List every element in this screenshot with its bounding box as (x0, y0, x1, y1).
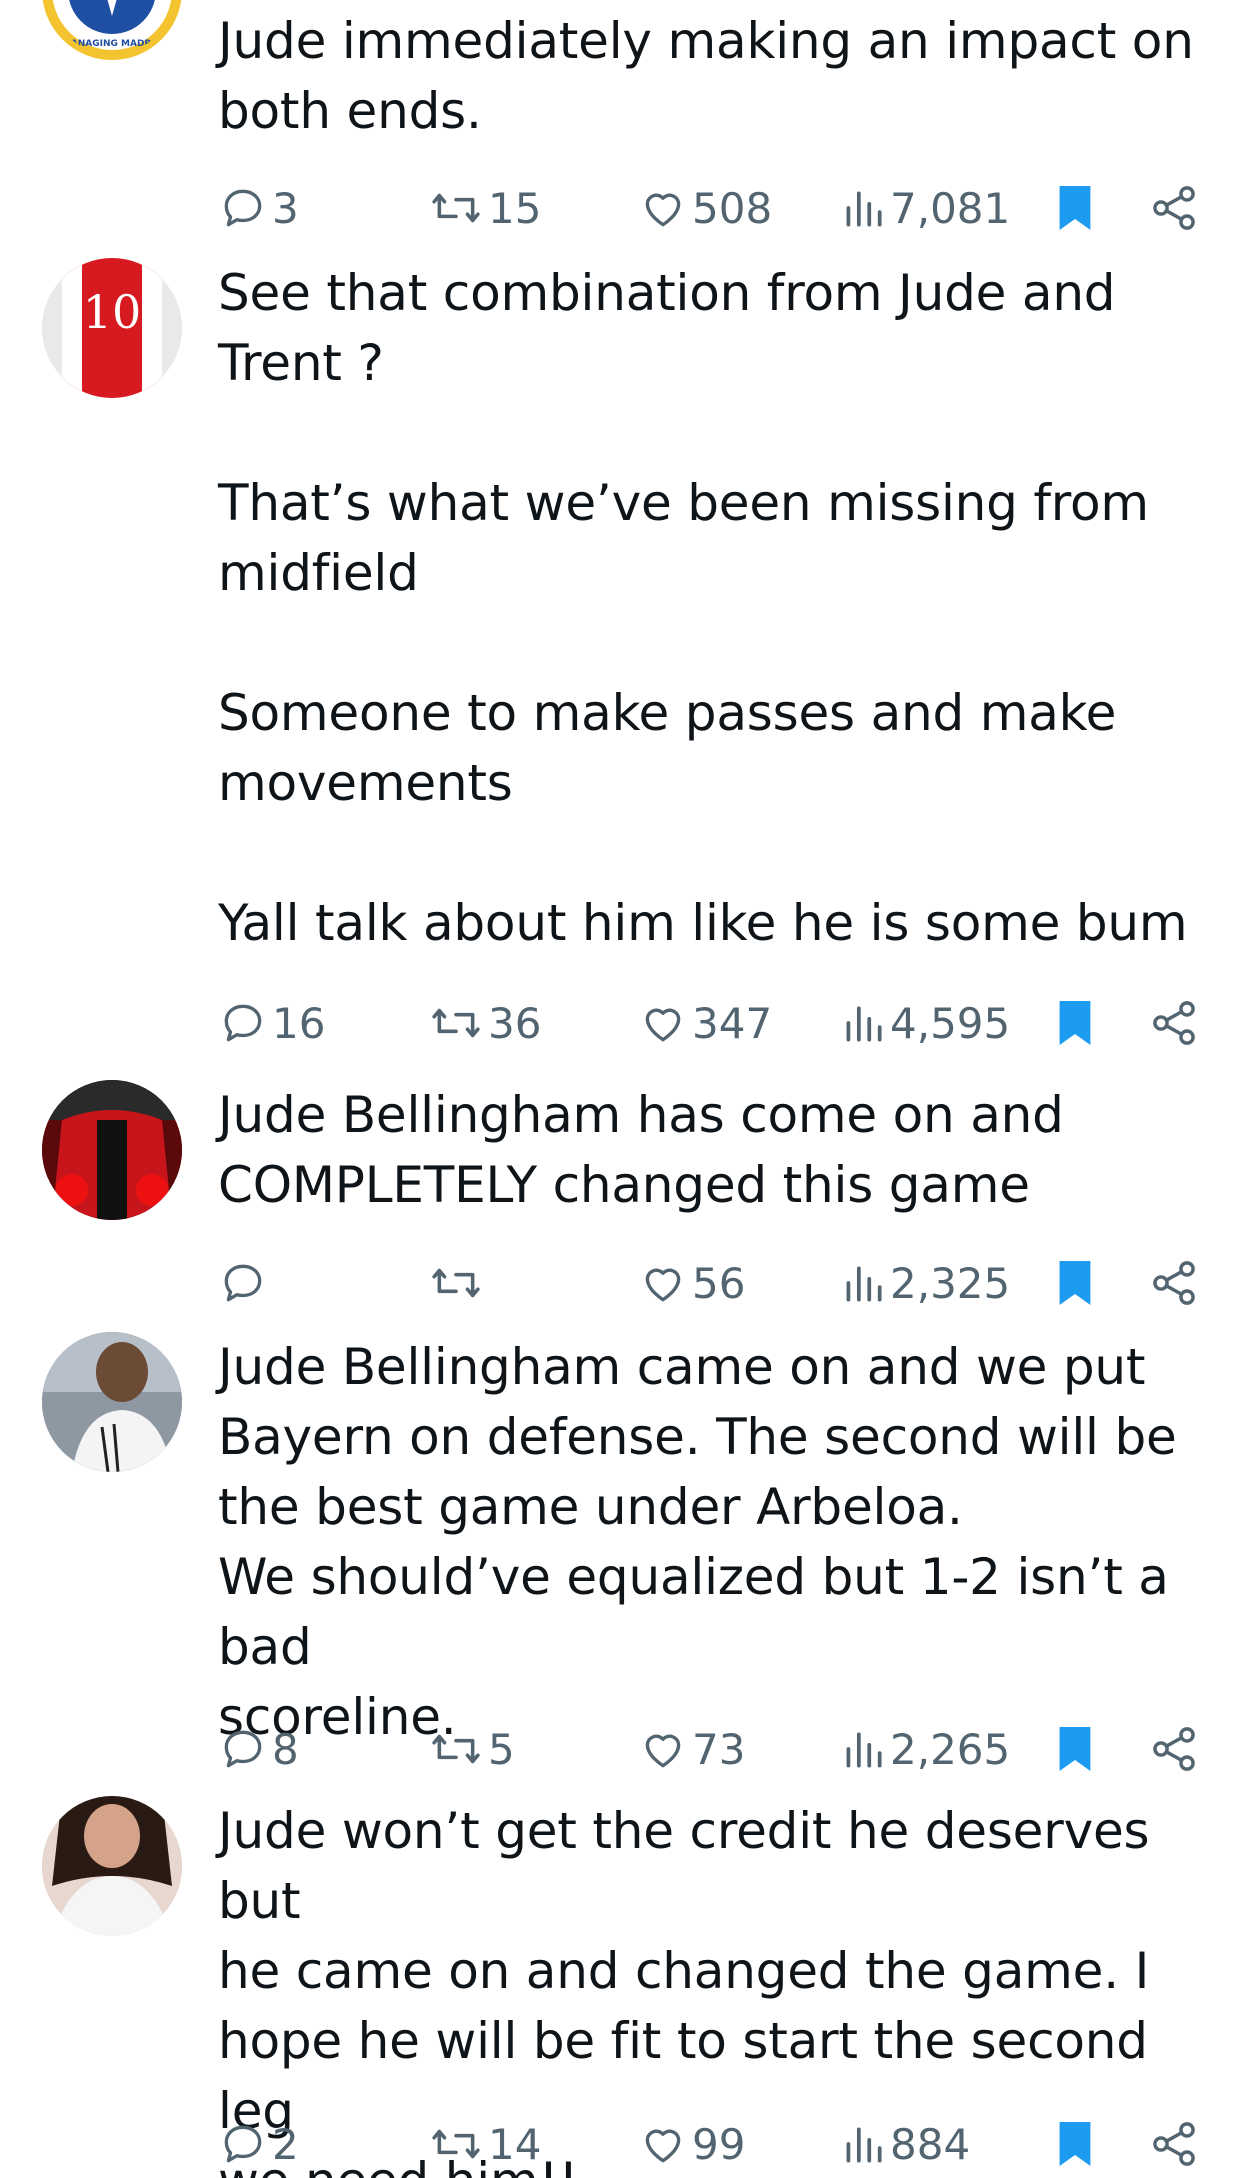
bookmark-icon (1059, 1001, 1091, 1045)
views-button[interactable]: 4,595 (840, 993, 1010, 1053)
repost-button[interactable]: 5 (428, 1719, 515, 1779)
views-button[interactable]: 2,265 (840, 1719, 1010, 1779)
views-count: 2,265 (890, 1724, 1011, 1774)
repost-icon (432, 193, 480, 223)
share-icon (1153, 2122, 1195, 2166)
action-bar: 16 36 347 4,595 (218, 993, 1218, 1053)
heart-icon (645, 1268, 681, 1302)
post-text: See that combination from Jude and Trent… (218, 264, 1188, 952)
bookmark-button[interactable] (1053, 993, 1097, 1053)
reply-button[interactable]: 8 (218, 1719, 299, 1779)
bookmark-icon (1059, 1727, 1091, 1771)
avatar[interactable] (42, 1332, 182, 1472)
views-button[interactable]: 2,325 (840, 1253, 1010, 1313)
reply-button[interactable] (218, 1253, 272, 1313)
bookmark-icon (1059, 2122, 1091, 2166)
share-button[interactable] (1148, 2114, 1200, 2174)
avatar[interactable] (42, 1080, 182, 1220)
reply-icon (224, 1264, 262, 1302)
reply-count: 16 (272, 998, 326, 1048)
reply-count: 2 (272, 2119, 299, 2169)
avatar[interactable]: 10 (42, 258, 182, 398)
like-count: 73 (692, 1724, 746, 1774)
bookmark-button[interactable] (1053, 1719, 1097, 1779)
repost-count: 14 (488, 2119, 542, 2169)
bookmark-button[interactable] (1053, 178, 1097, 238)
bookmark-icon (1059, 186, 1091, 230)
action-bar: 2 14 99 884 (218, 2114, 1218, 2174)
views-count: 7,081 (890, 183, 1011, 233)
footballer-photo-icon (42, 1332, 182, 1472)
share-button[interactable] (1148, 993, 1200, 1053)
like-count: 99 (692, 2119, 746, 2169)
repost-count: 15 (488, 183, 542, 233)
avatar[interactable] (42, 1796, 182, 1936)
action-bar: 3 15 508 7,081 (218, 178, 1218, 238)
like-count: 508 (692, 183, 773, 233)
share-icon (1153, 1001, 1195, 1045)
heart-icon (645, 2129, 681, 2163)
reply-button[interactable]: 16 (218, 993, 325, 1053)
views-icon (846, 191, 882, 227)
post-text: Jude Bellingham has come on and COMPLETE… (218, 1086, 1064, 1214)
like-button[interactable]: 73 (638, 1719, 745, 1779)
repost-button[interactable]: 36 (428, 993, 541, 1053)
reply-count: 8 (272, 1724, 299, 1774)
reply-button[interactable]: 2 (218, 2114, 299, 2174)
heart-icon (645, 193, 681, 227)
repost-icon (432, 1734, 480, 1764)
post-text: Jude Bellingham came on and we put Bayer… (218, 1338, 1177, 1746)
views-icon (846, 2127, 882, 2163)
woman-photo-icon (42, 1796, 182, 1936)
repost-button[interactable]: 15 (428, 178, 541, 238)
like-button[interactable]: 56 (638, 1253, 745, 1313)
views-icon (846, 1006, 882, 1042)
heart-icon (645, 1008, 681, 1042)
share-button[interactable] (1148, 1253, 1200, 1313)
reply-icon (224, 1730, 262, 1768)
like-button[interactable]: 508 (638, 178, 772, 238)
person-red-jacket-icon (42, 1080, 182, 1220)
repost-button[interactable] (428, 1253, 488, 1313)
views-button[interactable]: 884 (840, 2114, 970, 2174)
share-icon (1153, 1727, 1195, 1771)
share-icon (1153, 1261, 1195, 1305)
avatar[interactable]: MANAGING MADRID (42, 0, 182, 60)
views-count: 2,325 (890, 1258, 1011, 1308)
reply-icon (224, 189, 262, 227)
repost-count: 36 (488, 998, 542, 1048)
views-count: 4,595 (890, 998, 1011, 1048)
reply-icon (224, 1004, 262, 1042)
views-button[interactable]: 7,081 (840, 178, 1010, 238)
share-button[interactable] (1148, 178, 1200, 238)
like-button[interactable]: 347 (638, 993, 772, 1053)
reply-button[interactable]: 3 (218, 178, 299, 238)
repost-icon (432, 1008, 480, 1038)
svg-text:MANAGING MADRID: MANAGING MADRID (62, 39, 162, 49)
bookmark-icon (1059, 1261, 1091, 1305)
arsenal-jersey-icon: 10 (42, 258, 182, 398)
like-button[interactable]: 99 (638, 2114, 745, 2174)
post-text: Jude immediately making an impact on bot… (218, 12, 1194, 140)
views-count: 884 (890, 2119, 971, 2169)
like-count: 347 (692, 998, 773, 1048)
share-icon (1153, 186, 1195, 230)
like-count: 56 (692, 1258, 746, 1308)
reply-count: 3 (272, 183, 299, 233)
views-icon (846, 1266, 882, 1302)
repost-icon (432, 2129, 480, 2159)
share-button[interactable] (1148, 1719, 1200, 1779)
bookmark-button[interactable] (1053, 2114, 1097, 2174)
repost-button[interactable]: 14 (428, 2114, 541, 2174)
repost-icon (432, 1268, 480, 1298)
reply-icon (224, 2125, 262, 2163)
views-icon (846, 1732, 882, 1768)
heart-icon (645, 1734, 681, 1768)
repost-count: 5 (488, 1724, 515, 1774)
bookmark-button[interactable] (1053, 1253, 1097, 1313)
svg-text:10: 10 (83, 285, 142, 339)
action-bar: 56 2,325 (218, 1253, 1218, 1313)
action-bar: 8 5 73 2,265 (218, 1719, 1218, 1779)
managing-madrid-logo-icon: MANAGING MADRID (52, 0, 172, 50)
